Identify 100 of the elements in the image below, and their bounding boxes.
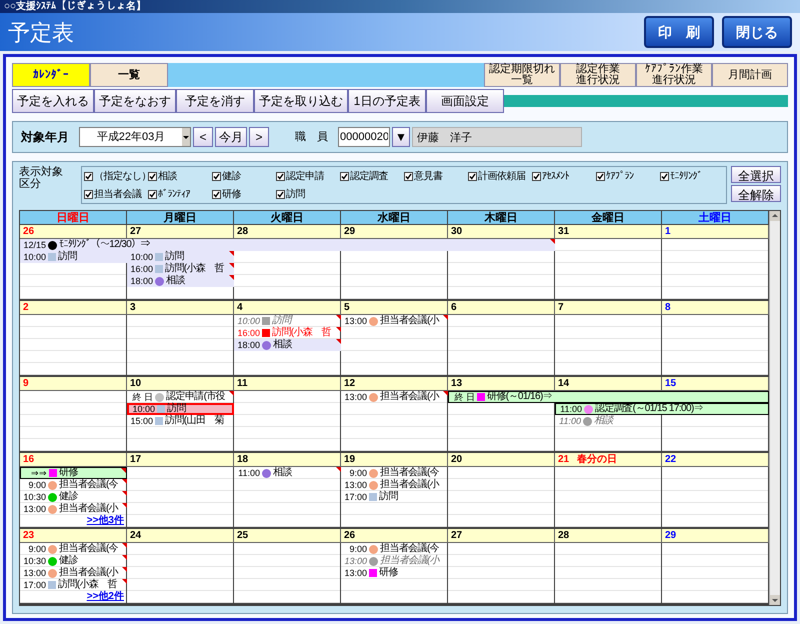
clear-all-button[interactable]: 全解除 <box>731 185 781 202</box>
calendar-event[interactable]: 13:00 担当者会議(小 <box>20 567 127 579</box>
checkbox[interactable] <box>84 172 93 181</box>
calendar-event[interactable]: 12/15 ﾓﾆﾀﾘﾝｸﾞ（～12/30）⇒ <box>20 239 555 251</box>
scrollbar[interactable] <box>769 211 780 605</box>
calendar-event[interactable]: 9:00 担当者会議(今 <box>20 543 127 555</box>
event-time: 9:00 <box>348 543 367 555</box>
report-button[interactable]: 認定期限切れ 一覧 <box>484 63 560 87</box>
date-number: 14 <box>558 377 570 391</box>
date-number: 26 <box>344 529 356 543</box>
header-button[interactable]: 閉じる <box>722 16 792 48</box>
month-select[interactable]: 平成22年03月 <box>79 127 191 147</box>
calendar-event[interactable]: 10:00 訪問 <box>234 315 341 327</box>
calendar-event[interactable]: 13:00 担当者会議(小 <box>341 315 448 327</box>
date-number: 30 <box>451 225 462 239</box>
holiday-name: 春分の日 <box>577 452 618 467</box>
action-button[interactable]: 画面設定 <box>426 89 504 113</box>
checkbox[interactable] <box>148 172 157 181</box>
calendar-event[interactable]: 終 日 認定申請(市役 <box>127 391 234 403</box>
calendar-event[interactable]: 16:00 訪問(小森 哲 <box>234 327 341 339</box>
event-time: 9:00 <box>348 467 367 479</box>
report-button[interactable]: ｹｱﾌﾟﾗﾝ作業 進行状況 <box>636 63 712 87</box>
calendar-event[interactable]: 9:00 担当者会議(今 <box>20 479 127 491</box>
calendar-event[interactable]: 13:00 担当者会議(小 <box>20 503 127 515</box>
checkbox-label: 訪問 <box>286 188 305 202</box>
checkbox[interactable] <box>212 172 221 181</box>
header-button[interactable]: 印 刷 <box>644 16 714 48</box>
view-tab[interactable]: ｶﾚﾝﾀﾞｰ <box>12 63 90 87</box>
checkbox[interactable] <box>532 172 541 181</box>
event-title: 相談 <box>273 339 292 351</box>
check-icon <box>341 173 348 180</box>
calendar-event[interactable]: 9:00 担当者会議(今 <box>341 467 448 479</box>
event-title: ﾓﾆﾀﾘﾝｸﾞ（～12/30）⇒ <box>59 239 150 250</box>
event-title: 訪問 <box>167 403 186 414</box>
event-time: ⇒⇒ <box>30 467 47 479</box>
action-button[interactable]: 予定を消す <box>176 89 254 113</box>
check-icon <box>277 191 284 198</box>
calendar-event[interactable]: 13:00 担当者会議(小 <box>341 555 448 567</box>
date-number: 19 <box>344 453 356 467</box>
calendar-event[interactable]: 11:00 相談 <box>234 467 341 479</box>
calendar-event[interactable]: 18:00 相談 <box>127 275 234 287</box>
calendar-event[interactable]: 10:00 訪問 <box>20 251 127 263</box>
check-icon <box>533 173 540 180</box>
date-number: 24 <box>130 529 142 543</box>
event-time: 13:00 <box>343 479 367 491</box>
event-time: 12/15 <box>22 239 46 251</box>
staff-dropdown-button[interactable]: ▼ <box>392 127 410 147</box>
select-all-button[interactable]: 全選択 <box>731 166 781 183</box>
calendar-event[interactable]: 17:00 訪問(小森 哲 <box>20 579 127 591</box>
checkbox[interactable] <box>660 172 669 181</box>
check-icon <box>149 191 156 198</box>
calendar-event[interactable]: 15:00 訪問(山田 菊 <box>127 415 234 427</box>
checkbox[interactable] <box>340 172 349 181</box>
calendar-event[interactable]: 13:00 研修 <box>341 567 448 579</box>
more-link[interactable]: >>他3件 <box>86 515 124 527</box>
event-time: 終 日 <box>453 391 475 403</box>
report-button[interactable]: 月間計画 <box>712 63 788 87</box>
calendar-event[interactable]: 10:00 訪問 <box>127 251 234 263</box>
event-title: 健診 <box>59 555 78 566</box>
calendar-event[interactable]: 11:00 相談 <box>555 415 662 427</box>
dropdown-icon <box>182 128 190 146</box>
check-icon <box>469 173 476 180</box>
event-title: 健診 <box>59 491 78 502</box>
check-icon <box>277 173 284 180</box>
report-button[interactable]: 認定作業 進行状況 <box>560 63 636 87</box>
checkbox[interactable] <box>596 172 605 181</box>
calendar-event[interactable]: 10:30 健診 <box>20 491 127 503</box>
calendar-event[interactable]: 13:00 担当者会議(小 <box>341 391 448 403</box>
more-link[interactable]: >>他2件 <box>86 591 124 603</box>
calendar-event[interactable]: 16:00 訪問(小森 哲 <box>127 263 234 275</box>
prev-month-button[interactable]: < <box>193 127 213 147</box>
action-button[interactable]: 1日の予定表 <box>348 89 426 113</box>
checkbox[interactable] <box>276 190 285 199</box>
calendar-event[interactable]: 18:00 相談 <box>234 339 341 351</box>
checkbox[interactable] <box>148 190 157 199</box>
scroll-up-icon[interactable] <box>770 211 780 221</box>
checkbox[interactable] <box>212 190 221 199</box>
calendar-event[interactable]: 13:00 担当者会議(小 <box>341 479 448 491</box>
calendar-event[interactable]: 9:00 担当者会議(今 <box>341 543 448 555</box>
this-month-button[interactable]: 今月 <box>215 127 247 147</box>
date-number: 23 <box>23 529 34 543</box>
checkbox[interactable] <box>84 190 93 199</box>
checkbox-label: 認定申請 <box>286 170 324 184</box>
calendar-event[interactable]: 17:00 訪問 <box>341 491 448 503</box>
action-button[interactable]: 予定をなおす <box>94 89 176 113</box>
scroll-down-icon[interactable] <box>770 595 780 605</box>
view-tab[interactable]: 一覧 <box>90 63 168 87</box>
calendar-event[interactable]: 10:00 訪問 <box>127 403 234 415</box>
category-label: 区分 <box>19 178 42 190</box>
date-number: 21 <box>558 453 570 467</box>
checkbox[interactable] <box>404 172 413 181</box>
next-month-button[interactable]: > <box>249 127 269 147</box>
date-number: 9 <box>23 377 29 391</box>
checkbox[interactable] <box>276 172 285 181</box>
action-button[interactable]: 予定を入れる <box>12 89 94 113</box>
calendar-event[interactable]: 10:30 健診 <box>20 555 127 567</box>
action-button[interactable]: 予定を取り込む <box>254 89 348 113</box>
checkbox[interactable] <box>468 172 477 181</box>
event-title: 訪問 <box>58 251 77 263</box>
staff-name-field[interactable]: 伊藤 洋子 <box>412 127 582 147</box>
